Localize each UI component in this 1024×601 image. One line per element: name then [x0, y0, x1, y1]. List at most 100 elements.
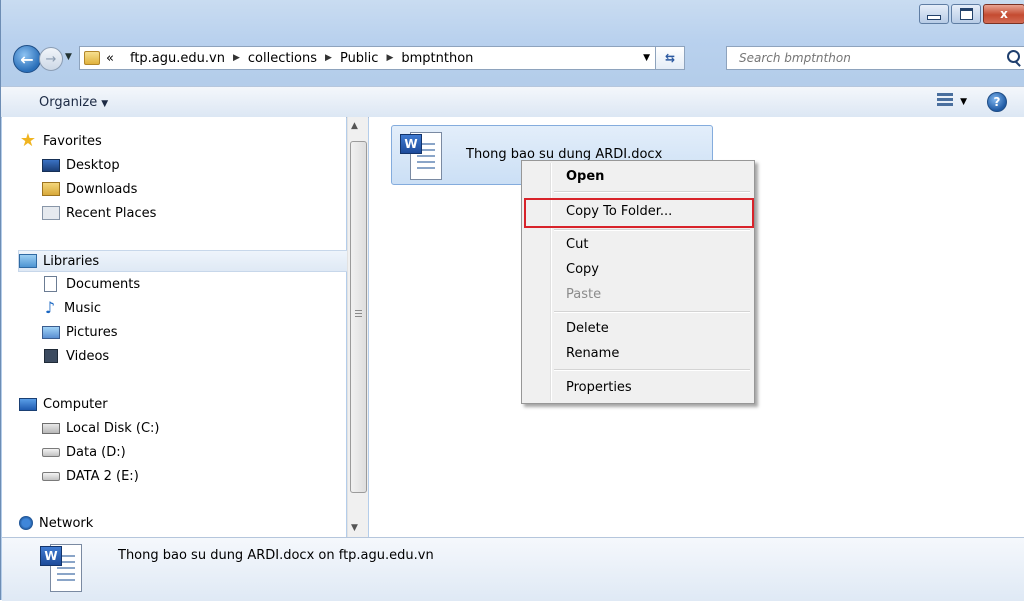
address-overflow[interactable]: « [106, 51, 114, 66]
view-options-dropdown[interactable]: ▼ [960, 97, 967, 107]
menu-item-open[interactable]: Open [566, 165, 604, 187]
word-document-icon: W [400, 132, 442, 180]
grip-icon [355, 310, 362, 319]
menu-separator [554, 229, 750, 231]
organize-label: Organize [39, 95, 98, 110]
menu-item-copy[interactable]: Copy [566, 258, 599, 280]
nav-libraries[interactable]: Libraries [18, 250, 348, 272]
nav-item-documents[interactable]: Documents [42, 274, 140, 294]
maximize-button[interactable] [951, 4, 981, 24]
nav-item-label: Desktop [66, 157, 120, 173]
downloads-icon [42, 182, 60, 196]
nav-item-label: Documents [66, 276, 141, 292]
back-arrow-icon: ← [20, 49, 34, 69]
breadcrumb-item-host[interactable]: ftp.agu.edu.vn [130, 51, 225, 66]
nav-item-label: Music [64, 300, 101, 316]
nav-item-label: Videos [66, 348, 110, 364]
nav-item-label: Pictures [66, 324, 118, 340]
nav-item-label: Downloads [66, 181, 138, 197]
navigation-pane: ★ Favorites Desktop Downloads Recent Pla… [2, 117, 348, 537]
back-button[interactable]: ← [13, 45, 41, 73]
nav-item-label: DATA 2 (E:) [66, 468, 139, 484]
recent-pages-dropdown[interactable]: ▼ [65, 52, 72, 62]
explorer-window: x ← → ▼ « ftp.agu.edu.vn ▶ collections ▶… [0, 0, 1024, 601]
command-bar: Organize ▼ ▼ ? [1, 86, 1024, 118]
videos-icon [44, 349, 58, 363]
nav-pane-scrollbar[interactable]: ▲ ▼ [347, 117, 368, 537]
word-document-icon: W [40, 544, 88, 592]
breadcrumb: ftp.agu.edu.vn ▶ collections ▶ Public ▶ … [130, 51, 473, 66]
change-view-icon[interactable] [937, 93, 953, 107]
menu-item-copy-to-folder[interactable]: Copy To Folder... [566, 200, 672, 222]
star-icon: ★ [19, 130, 37, 151]
minimize-icon [927, 14, 941, 20]
chevron-right-icon[interactable]: ▶ [233, 53, 240, 63]
refresh-button[interactable]: ⇆ [655, 47, 684, 69]
nav-item-videos[interactable]: Videos [42, 346, 109, 366]
documents-icon [44, 276, 57, 292]
nav-item-label: Local Disk (C:) [66, 420, 160, 436]
maximize-icon [959, 8, 973, 20]
close-icon: x [1000, 7, 1008, 21]
nav-item-local-disk-c[interactable]: Local Disk (C:) [42, 418, 159, 438]
nav-item-label: Data (D:) [66, 444, 126, 460]
search-input[interactable] [737, 50, 981, 66]
nav-favorites-label: Favorites [43, 133, 102, 149]
context-menu: Open Copy To Folder... Cut Copy Paste De… [521, 160, 755, 404]
nav-item-downloads[interactable]: Downloads [42, 179, 137, 199]
menu-separator [554, 369, 750, 371]
forward-button[interactable]: → [39, 47, 63, 71]
scroll-down-icon[interactable]: ▼ [351, 523, 358, 533]
chevron-down-icon: ▼ [101, 99, 109, 109]
folder-icon [84, 51, 100, 65]
nav-item-music[interactable]: ♪ Music [42, 298, 101, 318]
breadcrumb-item-public[interactable]: Public [340, 51, 378, 66]
nav-computer-label: Computer [43, 396, 108, 412]
breadcrumb-item-bmptnthon[interactable]: bmptnthon [401, 51, 473, 66]
details-pane: W Thong bao su dung ARDI.docx on ftp.agu… [2, 537, 1024, 601]
nav-network[interactable]: Network [19, 513, 93, 533]
minimize-button[interactable] [919, 4, 949, 24]
nav-computer[interactable]: Computer [19, 394, 108, 414]
nav-network-label: Network [39, 515, 94, 531]
menu-separator [554, 191, 750, 193]
menu-item-paste: Paste [566, 286, 602, 302]
menu-item-cut[interactable]: Cut [566, 233, 588, 255]
chevron-right-icon[interactable]: ▶ [386, 53, 393, 63]
network-icon [19, 516, 33, 530]
desktop-icon [42, 158, 60, 172]
music-icon: ♪ [44, 298, 56, 317]
address-row: ← → ▼ « ftp.agu.edu.vn ▶ collections ▶ P… [9, 44, 1024, 73]
organize-button[interactable]: Organize ▼ [39, 95, 108, 110]
search-box [726, 46, 1024, 70]
details-text: Thong bao su dung ARDI.docx on ftp.agu.e… [118, 548, 434, 563]
close-button[interactable]: x [983, 4, 1024, 24]
nav-libraries-label: Libraries [43, 253, 100, 269]
menu-item-delete[interactable]: Delete [566, 317, 609, 339]
chevron-right-icon[interactable]: ▶ [325, 53, 332, 63]
libraries-icon [19, 254, 37, 268]
address-dropdown-icon[interactable]: ▼ [643, 53, 650, 63]
scrollbar-thumb[interactable] [350, 141, 367, 493]
nav-item-desktop[interactable]: Desktop [42, 155, 120, 175]
nav-item-recent-places[interactable]: Recent Places [42, 203, 156, 223]
address-bar[interactable]: « ftp.agu.edu.vn ▶ collections ▶ Public … [79, 46, 685, 70]
local-disk-icon [42, 422, 60, 434]
caption-buttons: x [917, 4, 1024, 24]
help-button[interactable]: ? [987, 92, 1007, 112]
recent-places-icon [42, 206, 60, 220]
nav-item-pictures[interactable]: Pictures [42, 322, 117, 342]
computer-icon [19, 397, 37, 411]
drive-icon [42, 471, 60, 481]
menu-separator [554, 311, 750, 313]
menu-item-properties[interactable]: Properties [566, 376, 632, 398]
nav-item-data2-e[interactable]: DATA 2 (E:) [42, 466, 139, 486]
pictures-icon [42, 325, 60, 339]
scroll-up-icon[interactable]: ▲ [351, 121, 358, 131]
nav-item-data-d[interactable]: Data (D:) [42, 442, 126, 462]
search-icon[interactable] [1007, 50, 1020, 63]
forward-arrow-icon: → [45, 51, 57, 67]
breadcrumb-item-collections[interactable]: collections [248, 51, 317, 66]
menu-item-rename[interactable]: Rename [566, 342, 619, 364]
nav-favorites[interactable]: ★ Favorites [19, 131, 102, 151]
